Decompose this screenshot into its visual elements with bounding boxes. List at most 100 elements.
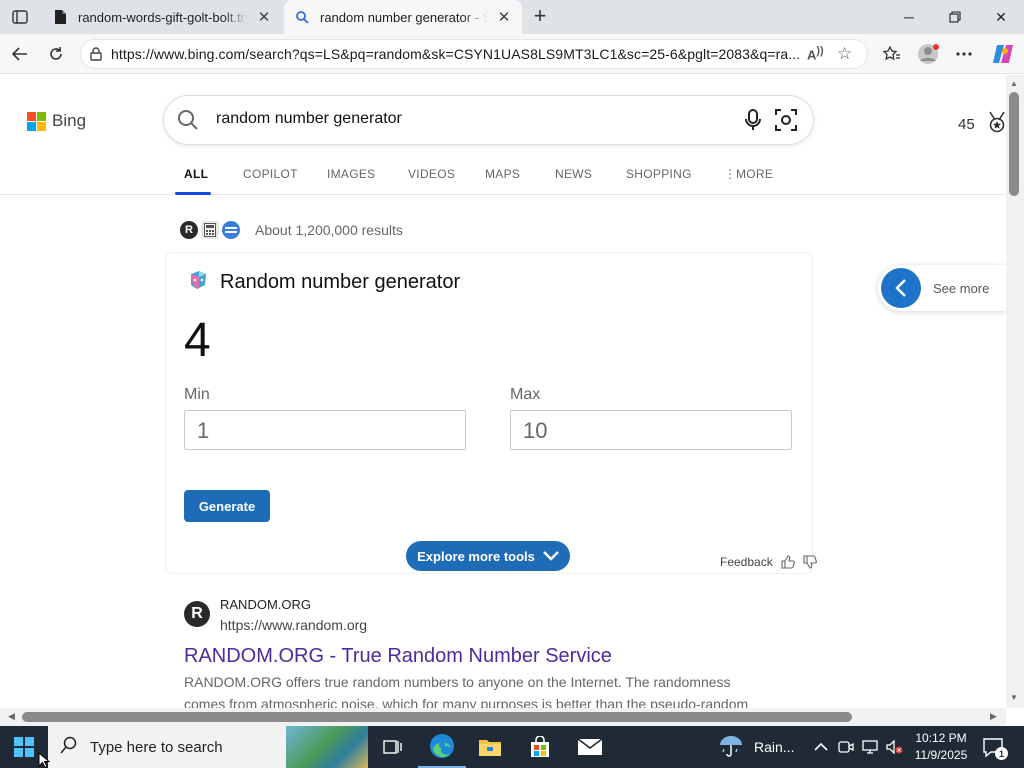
vertical-scrollbar[interactable]: ▲ ▼ [1006, 75, 1024, 708]
tab-images[interactable]: IMAGES [327, 167, 375, 181]
bing-logo[interactable]: Bing [27, 111, 86, 131]
tab-copilot[interactable]: COPILOT [243, 167, 298, 181]
new-tab-button[interactable]: + [528, 5, 552, 29]
more-menu-icon[interactable]: ⋮ [724, 167, 736, 181]
read-aloud-icon[interactable]: A)) [807, 45, 827, 65]
scroll-up-arrow-icon[interactable]: ▲ [1010, 79, 1018, 88]
result-snippet: RANDOM.ORG offers true random numbers to… [184, 674, 749, 708]
site-favicon[interactable]: R [184, 601, 210, 627]
volume-muted-icon[interactable] [886, 726, 904, 768]
close-window-button[interactable]: ✕ [978, 0, 1024, 34]
result-site-name[interactable]: RANDOM.ORG [220, 597, 311, 612]
notification-count-badge: 1 [995, 747, 1008, 760]
clock-time: 10:12 PM [915, 731, 967, 745]
tab-news[interactable]: NEWS [555, 167, 592, 181]
show-hidden-icons-chevron-icon[interactable] [814, 726, 828, 768]
min-label: Min [184, 386, 210, 403]
search-icon[interactable] [177, 109, 199, 136]
scroll-right-arrow-icon[interactable]: ▶ [990, 711, 997, 722]
notifications-icon[interactable]: 1 [980, 734, 1008, 762]
generator-site-icon[interactable] [222, 221, 240, 239]
horizontal-scroll-thumb[interactable] [22, 712, 852, 722]
result-title-link[interactable]: RANDOM.ORG - True Random Number Service [184, 645, 612, 668]
results-info: R About 1,200,000 results [180, 221, 403, 239]
edge-browser-icon[interactable] [418, 726, 466, 768]
rng-answer-card: Random number generator 4 Min 1 Max 10 G… [166, 253, 812, 573]
restore-button[interactable] [932, 0, 978, 34]
generate-button[interactable]: Generate [184, 490, 270, 522]
tab-maps[interactable]: MAPS [485, 167, 520, 181]
mail-icon[interactable] [566, 726, 614, 768]
close-tab-icon[interactable]: ✕ [254, 7, 274, 27]
windows-taskbar: Type here to search Rain... 10:12 PM 11/… [0, 726, 1024, 768]
explore-more-tools-button[interactable]: Explore more tools [406, 541, 570, 571]
copilot-icon[interactable] [988, 40, 1016, 68]
horizontal-scrollbar[interactable]: ◀ ▶ [0, 708, 1006, 726]
chevron-down-icon [543, 549, 559, 564]
more-options-icon[interactable] [950, 40, 978, 68]
search-box[interactable]: random number generator [164, 96, 813, 144]
tab-all[interactable]: ALL [184, 167, 208, 181]
rewards-points: 45 [958, 115, 975, 133]
back-arrow-icon[interactable] [6, 40, 34, 68]
search-query-text[interactable]: random number generator [216, 110, 402, 128]
rewards-medal-icon [987, 111, 1006, 137]
taskbar-search-box[interactable]: Type here to search [48, 726, 368, 768]
visual-search-icon[interactable] [775, 109, 797, 136]
tab-shopping[interactable]: SHOPPING [626, 167, 692, 181]
web-page: Bing random number generator 45 ALL COPI… [0, 75, 1006, 708]
microsoft-logo-icon [27, 111, 46, 131]
tab-title: random-words-gift-golt-bolt.trycl [78, 9, 248, 25]
feedback-link[interactable]: Feedback [720, 555, 773, 569]
system-clock[interactable]: 10:12 PM 11/9/2025 [908, 730, 974, 764]
file-explorer-icon[interactable] [466, 726, 514, 768]
max-input[interactable]: 10 [510, 410, 792, 450]
favorite-star-icon[interactable]: ☆ [837, 44, 857, 64]
minimize-button[interactable]: ─ [886, 0, 932, 34]
network-icon[interactable] [862, 726, 880, 768]
favorites-icon[interactable] [878, 40, 906, 68]
lock-icon[interactable] [81, 47, 111, 61]
microsoft-store-icon[interactable] [516, 726, 564, 768]
search-icon [60, 736, 78, 759]
browser-tab-bing-search[interactable]: random number generator - Search ✕ [284, 0, 522, 34]
min-input[interactable]: 1 [184, 410, 466, 450]
chevron-left-icon[interactable] [881, 268, 921, 308]
refresh-icon[interactable] [42, 40, 70, 68]
microphone-icon[interactable] [745, 109, 761, 136]
vertical-scroll-thumb[interactable] [1009, 92, 1019, 196]
mouse-pointer-icon [38, 751, 51, 768]
close-tab-icon[interactable]: ✕ [494, 7, 514, 27]
url-text[interactable]: https://www.bing.com/search?qs=LS&pq=ran… [111, 46, 801, 62]
clock-date: 11/9/2025 [914, 748, 968, 762]
results-count: About 1,200,000 results [255, 222, 403, 238]
rewards-button[interactable]: 45 [958, 111, 1006, 137]
tab-more[interactable]: MORE [736, 167, 773, 181]
thumbs-up-icon[interactable] [781, 555, 795, 569]
weather-widget[interactable]: Rain... [718, 726, 794, 768]
profile-avatar[interactable] [914, 40, 942, 68]
search-icon [294, 9, 310, 25]
max-label: Max [510, 386, 541, 403]
browser-tab-random-words[interactable]: random-words-gift-golt-bolt.trycl ✕ [42, 0, 282, 34]
tab-videos[interactable]: VIDEOS [408, 167, 455, 181]
tab-actions-icon[interactable] [6, 5, 34, 29]
scroll-left-arrow-icon[interactable]: ◀ [8, 711, 15, 722]
random-org-icon[interactable]: R [180, 221, 198, 239]
feedback-area: Feedback [720, 555, 817, 569]
task-view-icon[interactable] [368, 726, 416, 768]
bing-logo-text: Bing [52, 111, 87, 130]
result-url[interactable]: https://www.random.org [220, 617, 367, 633]
explore-more-tools-label: Explore more tools [417, 548, 535, 564]
browser-toolbar: https://www.bing.com/search?qs=LS&pq=ran… [0, 34, 1024, 74]
scroll-down-arrow-icon[interactable]: ▼ [1010, 693, 1018, 702]
search-nav-tabs: ALL COPILOT IMAGES VIDEOS MAPS NEWS SHOP… [0, 161, 1006, 195]
rng-card-title: Random number generator [220, 271, 461, 293]
calculator-icon[interactable] [201, 221, 219, 239]
document-icon [52, 9, 68, 25]
thumbs-down-icon[interactable] [803, 555, 817, 569]
meet-now-icon[interactable] [838, 726, 854, 768]
see-more-panel-button[interactable]: See more [878, 265, 1006, 311]
weather-text: Rain... [754, 739, 795, 755]
address-bar[interactable]: https://www.bing.com/search?qs=LS&pq=ran… [80, 39, 868, 69]
